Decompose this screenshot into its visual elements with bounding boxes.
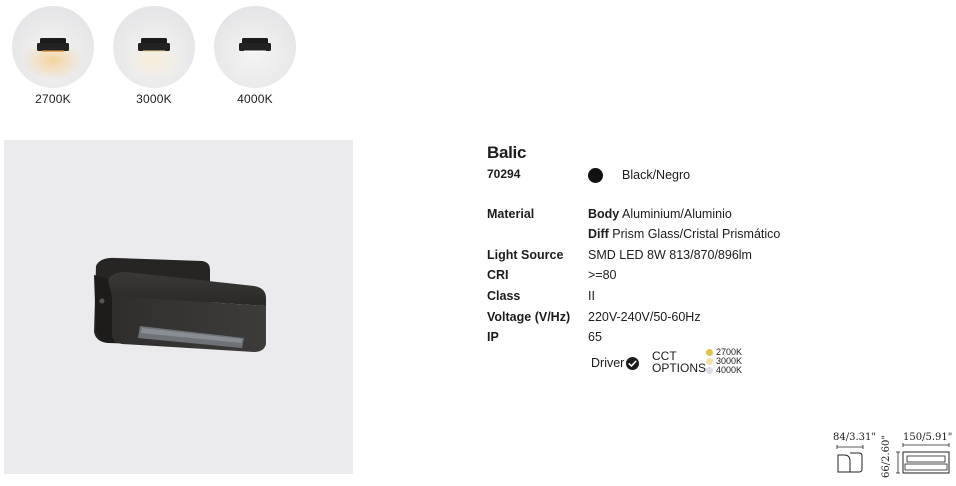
- cct-options-label: CCT OPTIONS: [652, 350, 706, 374]
- class-value: II: [588, 289, 595, 303]
- material-diff-value: Diff Prism Glass/Cristal Prismático: [588, 227, 780, 241]
- body-key: Body: [588, 207, 620, 221]
- front-view-drawing: [896, 443, 950, 474]
- cct-dot-2700k: [706, 349, 713, 356]
- diff-value: Prism Glass/Cristal Prismático: [608, 227, 781, 241]
- depth-dimension: 84/3.31": [833, 432, 876, 443]
- height-dimension: 66/2.60": [881, 435, 892, 478]
- light-source-value: SMD LED 8W 813/870/896lm: [588, 248, 752, 262]
- ip-label: IP: [487, 330, 499, 344]
- swatch-2700k: 2700K: [11, 6, 95, 106]
- swatch-2700k-label: 2700K: [35, 92, 71, 106]
- class-label: Class: [487, 289, 521, 303]
- cct-option-4000k: 4000K: [716, 365, 743, 375]
- material-body-value: Body Aluminium/Aluminio: [588, 207, 732, 221]
- voltage-value: 220V-240V/50-60Hz: [588, 310, 701, 324]
- cct-dot-3000k: [706, 358, 713, 365]
- material-label: Material: [487, 207, 535, 221]
- diff-key: Diff: [588, 227, 609, 241]
- swatch-4000k-label: 4000K: [237, 92, 273, 106]
- ip-value: 65: [588, 330, 602, 344]
- swatch-2700k-image: [12, 6, 94, 88]
- body-value: Aluminium/Aluminio: [619, 207, 732, 221]
- swatch-4000k: 4000K: [213, 6, 297, 106]
- cri-label: CRI: [487, 268, 509, 282]
- swatch-3000k-image: [113, 6, 195, 88]
- side-view-drawing: [836, 445, 864, 473]
- light-source-label: Light Source: [487, 248, 564, 262]
- cri-value: >=80: [588, 268, 617, 282]
- driver-label: Driver: [591, 356, 625, 370]
- swatch-3000k: 3000K: [112, 6, 196, 106]
- swatch-3000k-label: 3000K: [136, 92, 172, 106]
- product-photo: [4, 140, 353, 474]
- swatch-4000k-image: [214, 6, 296, 88]
- product-name: Balic: [487, 143, 527, 162]
- wall-light-illustration: [94, 257, 266, 352]
- cct-line-2: OPTIONS: [652, 361, 707, 375]
- cct-dot-4000k: [706, 367, 713, 374]
- voltage-label: Voltage (V/Hz): [487, 310, 571, 324]
- color-name: Black/Negro: [622, 168, 691, 182]
- product-code: 70294: [487, 167, 521, 181]
- check-icon: [626, 357, 639, 370]
- color-swatch-dot: [588, 168, 603, 183]
